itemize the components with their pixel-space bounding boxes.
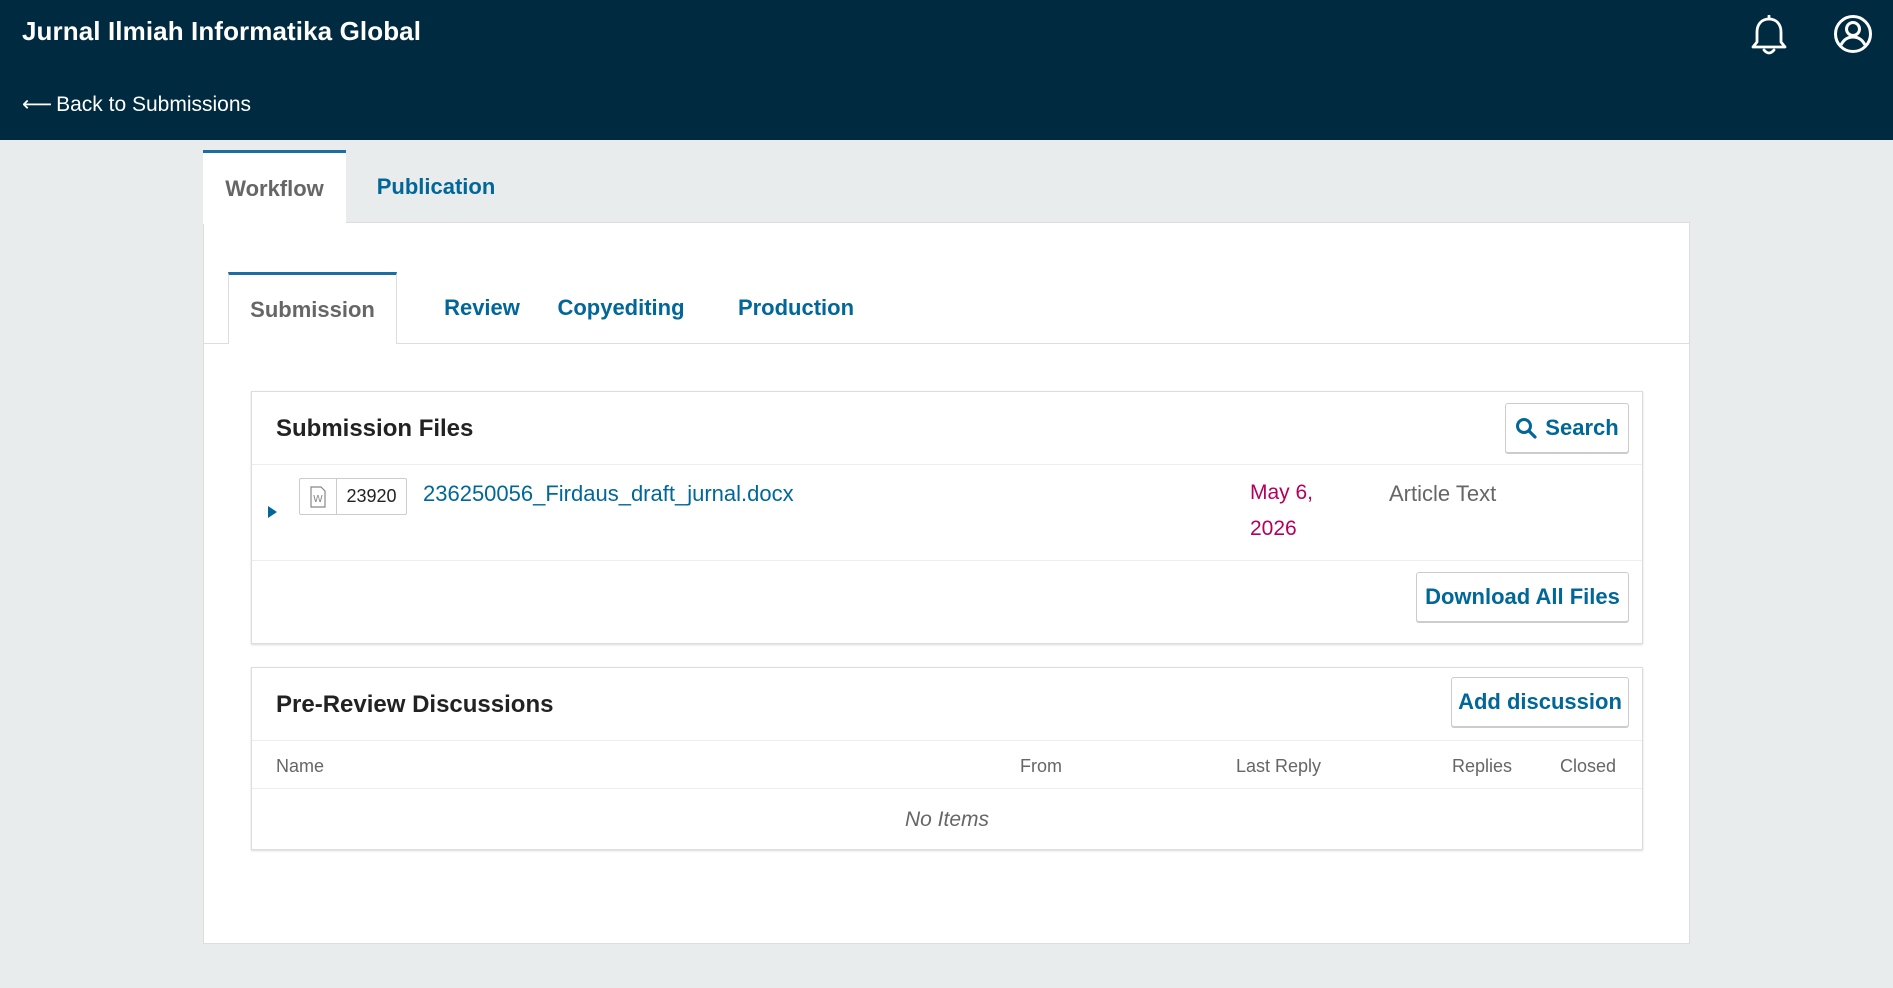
card-divider bbox=[252, 464, 1642, 465]
download-all-files-button[interactable]: Download All Files bbox=[1416, 572, 1629, 622]
column-header-name: Name bbox=[276, 756, 325, 776]
file-id-badge: W 23920 bbox=[299, 478, 407, 515]
card-divider bbox=[252, 560, 1642, 561]
site-title[interactable]: Jurnal Ilmiah Informatika Global bbox=[22, 16, 421, 47]
search-button-label: Search bbox=[1545, 415, 1619, 440]
svg-text:W: W bbox=[313, 494, 323, 505]
tab-review[interactable]: Review bbox=[408, 272, 556, 344]
submission-files-title: Submission Files bbox=[276, 415, 474, 442]
tab-submission[interactable]: Submission bbox=[228, 272, 397, 344]
column-header-replies: Replies bbox=[1452, 756, 1513, 776]
file-type: Article Text bbox=[1389, 481, 1497, 506]
bell-icon[interactable] bbox=[1749, 14, 1789, 57]
back-link-label: Back to Submissions bbox=[56, 93, 252, 116]
file-id: 23920 bbox=[346, 486, 397, 506]
search-icon bbox=[1516, 418, 1537, 439]
back-to-submissions-link[interactable]: ⟵ Back to Submissions bbox=[22, 92, 251, 117]
pre-review-discussions-card: Pre-Review Discussions Add discussion Na… bbox=[251, 667, 1643, 850]
column-header-from: From bbox=[1020, 756, 1062, 776]
column-header-closed: Closed bbox=[1560, 756, 1617, 776]
expand-file-toggle-icon[interactable] bbox=[268, 506, 277, 518]
add-discussion-button[interactable]: Add discussion bbox=[1451, 677, 1629, 727]
column-header-last-reply: Last Reply bbox=[1236, 756, 1322, 776]
tab-publication[interactable]: Publication bbox=[366, 150, 506, 223]
card-divider bbox=[252, 788, 1642, 789]
user-icon[interactable] bbox=[1833, 14, 1873, 54]
pre-review-discussions-title: Pre-Review Discussions bbox=[276, 691, 554, 718]
search-button[interactable]: Search bbox=[1505, 403, 1629, 453]
tab-copyediting[interactable]: Copyediting bbox=[547, 272, 695, 344]
file-name-link[interactable]: 236250056_Firdaus_draft_jurnal.docx bbox=[423, 481, 794, 507]
top-header-bar: Jurnal Ilmiah Informatika Global ⟵ Back t… bbox=[0, 0, 1893, 140]
tab-workflow[interactable]: Workflow bbox=[203, 150, 346, 224]
tab-production[interactable]: Production bbox=[721, 272, 871, 344]
file-date: May 6, 2026 bbox=[1250, 481, 1314, 540]
card-divider bbox=[252, 740, 1642, 741]
submission-files-card: Submission Files Search W 23920 23625005… bbox=[251, 391, 1643, 644]
empty-state-text: No Items bbox=[904, 808, 990, 831]
word-doc-icon: W bbox=[300, 479, 337, 514]
back-arrow-icon: ⟵ bbox=[22, 93, 53, 116]
